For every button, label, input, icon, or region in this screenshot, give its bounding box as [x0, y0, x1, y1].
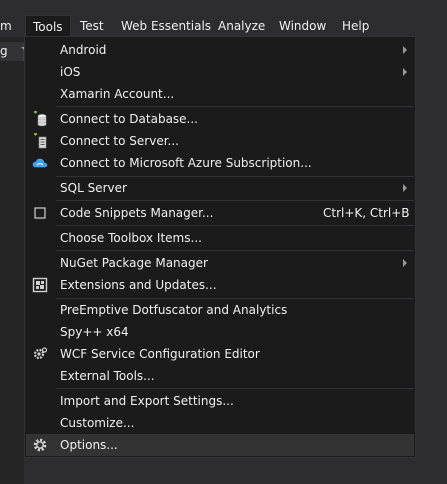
menu-item-label: Customize... [60, 416, 135, 430]
menu-item-label: NuGet Package Manager [60, 256, 208, 270]
menu-item-code-snippets-manager[interactable]: Code Snippets Manager... Ctrl+K, Ctrl+B [26, 202, 414, 224]
menu-item-label: PreEmptive Dotfuscator and Analytics [60, 303, 288, 317]
menu-item-label: Import and Export Settings... [60, 394, 234, 408]
extensions-icon [32, 277, 48, 293]
menu-item-import-export-settings[interactable]: Import and Export Settings... [26, 390, 414, 412]
menu-separator [56, 225, 414, 226]
menu-item-label: Spy++ x64 [60, 325, 129, 339]
menu-item-choose-toolbox-items[interactable]: Choose Toolbox Items... [26, 227, 414, 249]
menu-test[interactable]: Test [80, 15, 104, 37]
menu-item-label: Extensions and Updates... [60, 278, 217, 292]
menu-separator [56, 200, 414, 201]
azure-cloud-icon [32, 158, 48, 168]
connect-server-icon [34, 133, 47, 149]
menu-item-connect-database[interactable]: Connect to Database... [26, 108, 414, 130]
menu-item-label: SQL Server [60, 181, 127, 195]
menu-item-sql-server[interactable]: SQL Server [26, 177, 414, 199]
menu-item-label: Connect to Microsoft Azure Subscription.… [60, 156, 312, 170]
menu-item-ios[interactable]: iOS [26, 61, 414, 83]
menu-item-label: Connect to Server... [60, 134, 179, 148]
submenu-arrow-icon [403, 259, 407, 267]
menu-help[interactable]: Help [342, 15, 369, 37]
snippet-icon [34, 207, 46, 219]
submenu-arrow-icon [403, 184, 407, 192]
wcf-gear-icon [33, 347, 48, 360]
menu-item-label: Code Snippets Manager... [60, 206, 214, 220]
menu-item-label: iOS [60, 65, 81, 79]
tools-menu-dropdown: Android iOS Xamarin Account... Connect t… [24, 36, 416, 458]
menu-separator [56, 388, 414, 389]
configuration-dropdown[interactable]: g [0, 42, 24, 61]
menu-item-xamarin-account[interactable]: Xamarin Account... [26, 83, 414, 105]
menu-window[interactable]: Window [279, 15, 326, 37]
menu-item-shortcut: Ctrl+K, Ctrl+B [323, 206, 410, 220]
menu-item-connect-server[interactable]: Connect to Server... [26, 130, 414, 152]
menu-partial-item[interactable]: m [0, 15, 12, 37]
connect-database-icon [34, 111, 47, 127]
submenu-arrow-icon [403, 68, 407, 76]
menu-item-external-tools[interactable]: External Tools... [26, 365, 414, 387]
menu-web-essentials[interactable]: Web Essentials [121, 15, 211, 37]
configuration-dropdown-text: g [0, 44, 8, 58]
menu-item-label: Connect to Database... [60, 112, 198, 126]
menu-item-connect-azure[interactable]: Connect to Microsoft Azure Subscription.… [26, 152, 414, 174]
menu-item-label: Android [60, 43, 107, 57]
menu-item-spy-plus-plus[interactable]: Spy++ x64 [26, 321, 414, 343]
menu-tools[interactable]: Tools [25, 15, 71, 37]
menu-bar: m Tools Test Web Essentials Analyze Wind… [0, 0, 447, 37]
menu-item-label: WCF Service Configuration Editor [60, 347, 260, 361]
background-panel [0, 37, 24, 484]
menu-item-label: Options... [60, 438, 118, 452]
menu-item-customize[interactable]: Customize... [26, 412, 414, 434]
menu-item-label: Choose Toolbox Items... [60, 231, 202, 245]
menu-separator [56, 250, 414, 251]
menu-item-android[interactable]: Android [26, 39, 414, 61]
menu-item-options[interactable]: Options... [26, 434, 414, 456]
menu-item-extensions-updates[interactable]: Extensions and Updates... [26, 274, 414, 296]
options-gear-icon [33, 438, 47, 452]
menu-analyze[interactable]: Analyze [218, 15, 265, 37]
submenu-arrow-icon [403, 46, 407, 54]
menu-separator [56, 106, 414, 107]
menu-item-label: Xamarin Account... [60, 87, 175, 101]
menu-item-wcf-config-editor[interactable]: WCF Service Configuration Editor [26, 343, 414, 365]
menu-item-nuget-package-manager[interactable]: NuGet Package Manager [26, 252, 414, 274]
menu-item-label: External Tools... [60, 369, 155, 383]
menu-item-preemptive-dotfuscator[interactable]: PreEmptive Dotfuscator and Analytics [26, 299, 414, 321]
